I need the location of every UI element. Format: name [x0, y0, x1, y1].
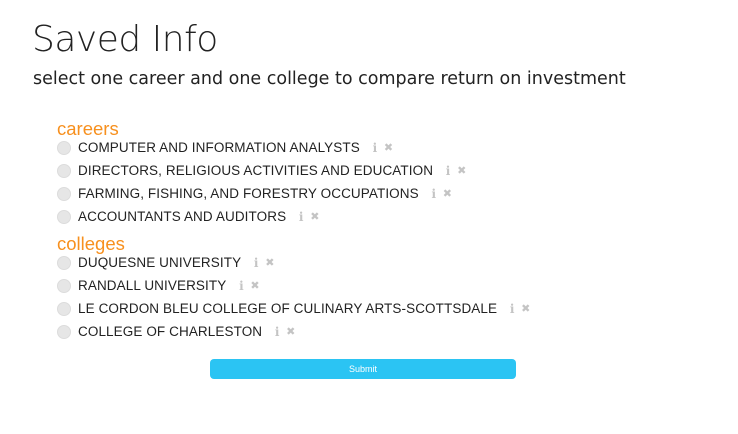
college-item: DUQUESNE UNIVERSITY i ✖	[57, 251, 530, 274]
remove-icon[interactable]: ✖	[265, 256, 274, 269]
career-item: DIRECTORS, RELIGIOUS ACTIVITIES AND EDUC…	[57, 159, 466, 182]
career-label: COMPUTER AND INFORMATION ANALYSTS	[78, 140, 360, 155]
info-icon[interactable]: i	[431, 187, 437, 201]
submit-button[interactable]: Submit	[210, 359, 516, 379]
career-radio[interactable]	[57, 209, 71, 224]
career-item: COMPUTER AND INFORMATION ANALYSTS i ✖	[57, 136, 466, 159]
remove-icon[interactable]: ✖	[310, 210, 319, 223]
careers-list: COMPUTER AND INFORMATION ANALYSTS i ✖ DI…	[57, 136, 466, 228]
college-label: COLLEGE OF CHARLESTON	[78, 324, 263, 339]
career-label: DIRECTORS, RELIGIOUS ACTIVITIES AND EDUC…	[78, 163, 434, 178]
info-icon[interactable]: i	[372, 141, 378, 155]
info-icon[interactable]: i	[253, 256, 259, 270]
career-radio[interactable]	[57, 140, 71, 155]
career-item: ACCOUNTANTS AND AUDITORS i ✖	[57, 205, 466, 228]
info-icon[interactable]: i	[509, 302, 515, 316]
saved-info-page: Saved Info select one career and one col…	[0, 0, 738, 434]
college-radio[interactable]	[57, 301, 71, 316]
info-icon[interactable]: i	[238, 279, 244, 293]
remove-icon[interactable]: ✖	[250, 279, 259, 292]
career-item: FARMING, FISHING, AND FORESTRY OCCUPATIO…	[57, 182, 466, 205]
college-radio[interactable]	[57, 324, 71, 339]
college-item: COLLEGE OF CHARLESTON i ✖	[57, 320, 530, 343]
info-icon[interactable]: i	[298, 210, 304, 224]
college-label: RANDALL UNIVERSITY	[78, 278, 227, 293]
remove-icon[interactable]: ✖	[384, 141, 393, 154]
remove-icon[interactable]: ✖	[286, 325, 295, 338]
career-radio[interactable]	[57, 163, 71, 178]
college-item: LE CORDON BLEU COLLEGE OF CULINARY ARTS-…	[57, 297, 530, 320]
career-radio[interactable]	[57, 186, 71, 201]
college-label: LE CORDON BLEU COLLEGE OF CULINARY ARTS-…	[78, 301, 498, 316]
college-radio[interactable]	[57, 278, 71, 293]
page-subtitle: select one career and one college to com…	[33, 69, 626, 89]
page-title: Saved Info	[32, 19, 218, 60]
career-label: FARMING, FISHING, AND FORESTRY OCCUPATIO…	[78, 186, 419, 201]
college-label: DUQUESNE UNIVERSITY	[78, 255, 242, 270]
remove-icon[interactable]: ✖	[457, 164, 466, 177]
remove-icon[interactable]: ✖	[521, 302, 530, 315]
colleges-list: DUQUESNE UNIVERSITY i ✖ RANDALL UNIVERSI…	[57, 251, 530, 343]
college-radio[interactable]	[57, 255, 71, 270]
info-icon[interactable]: i	[445, 164, 451, 178]
college-item: RANDALL UNIVERSITY i ✖	[57, 274, 530, 297]
info-icon[interactable]: i	[274, 325, 280, 339]
career-label: ACCOUNTANTS AND AUDITORS	[78, 209, 287, 224]
remove-icon[interactable]: ✖	[443, 187, 452, 200]
